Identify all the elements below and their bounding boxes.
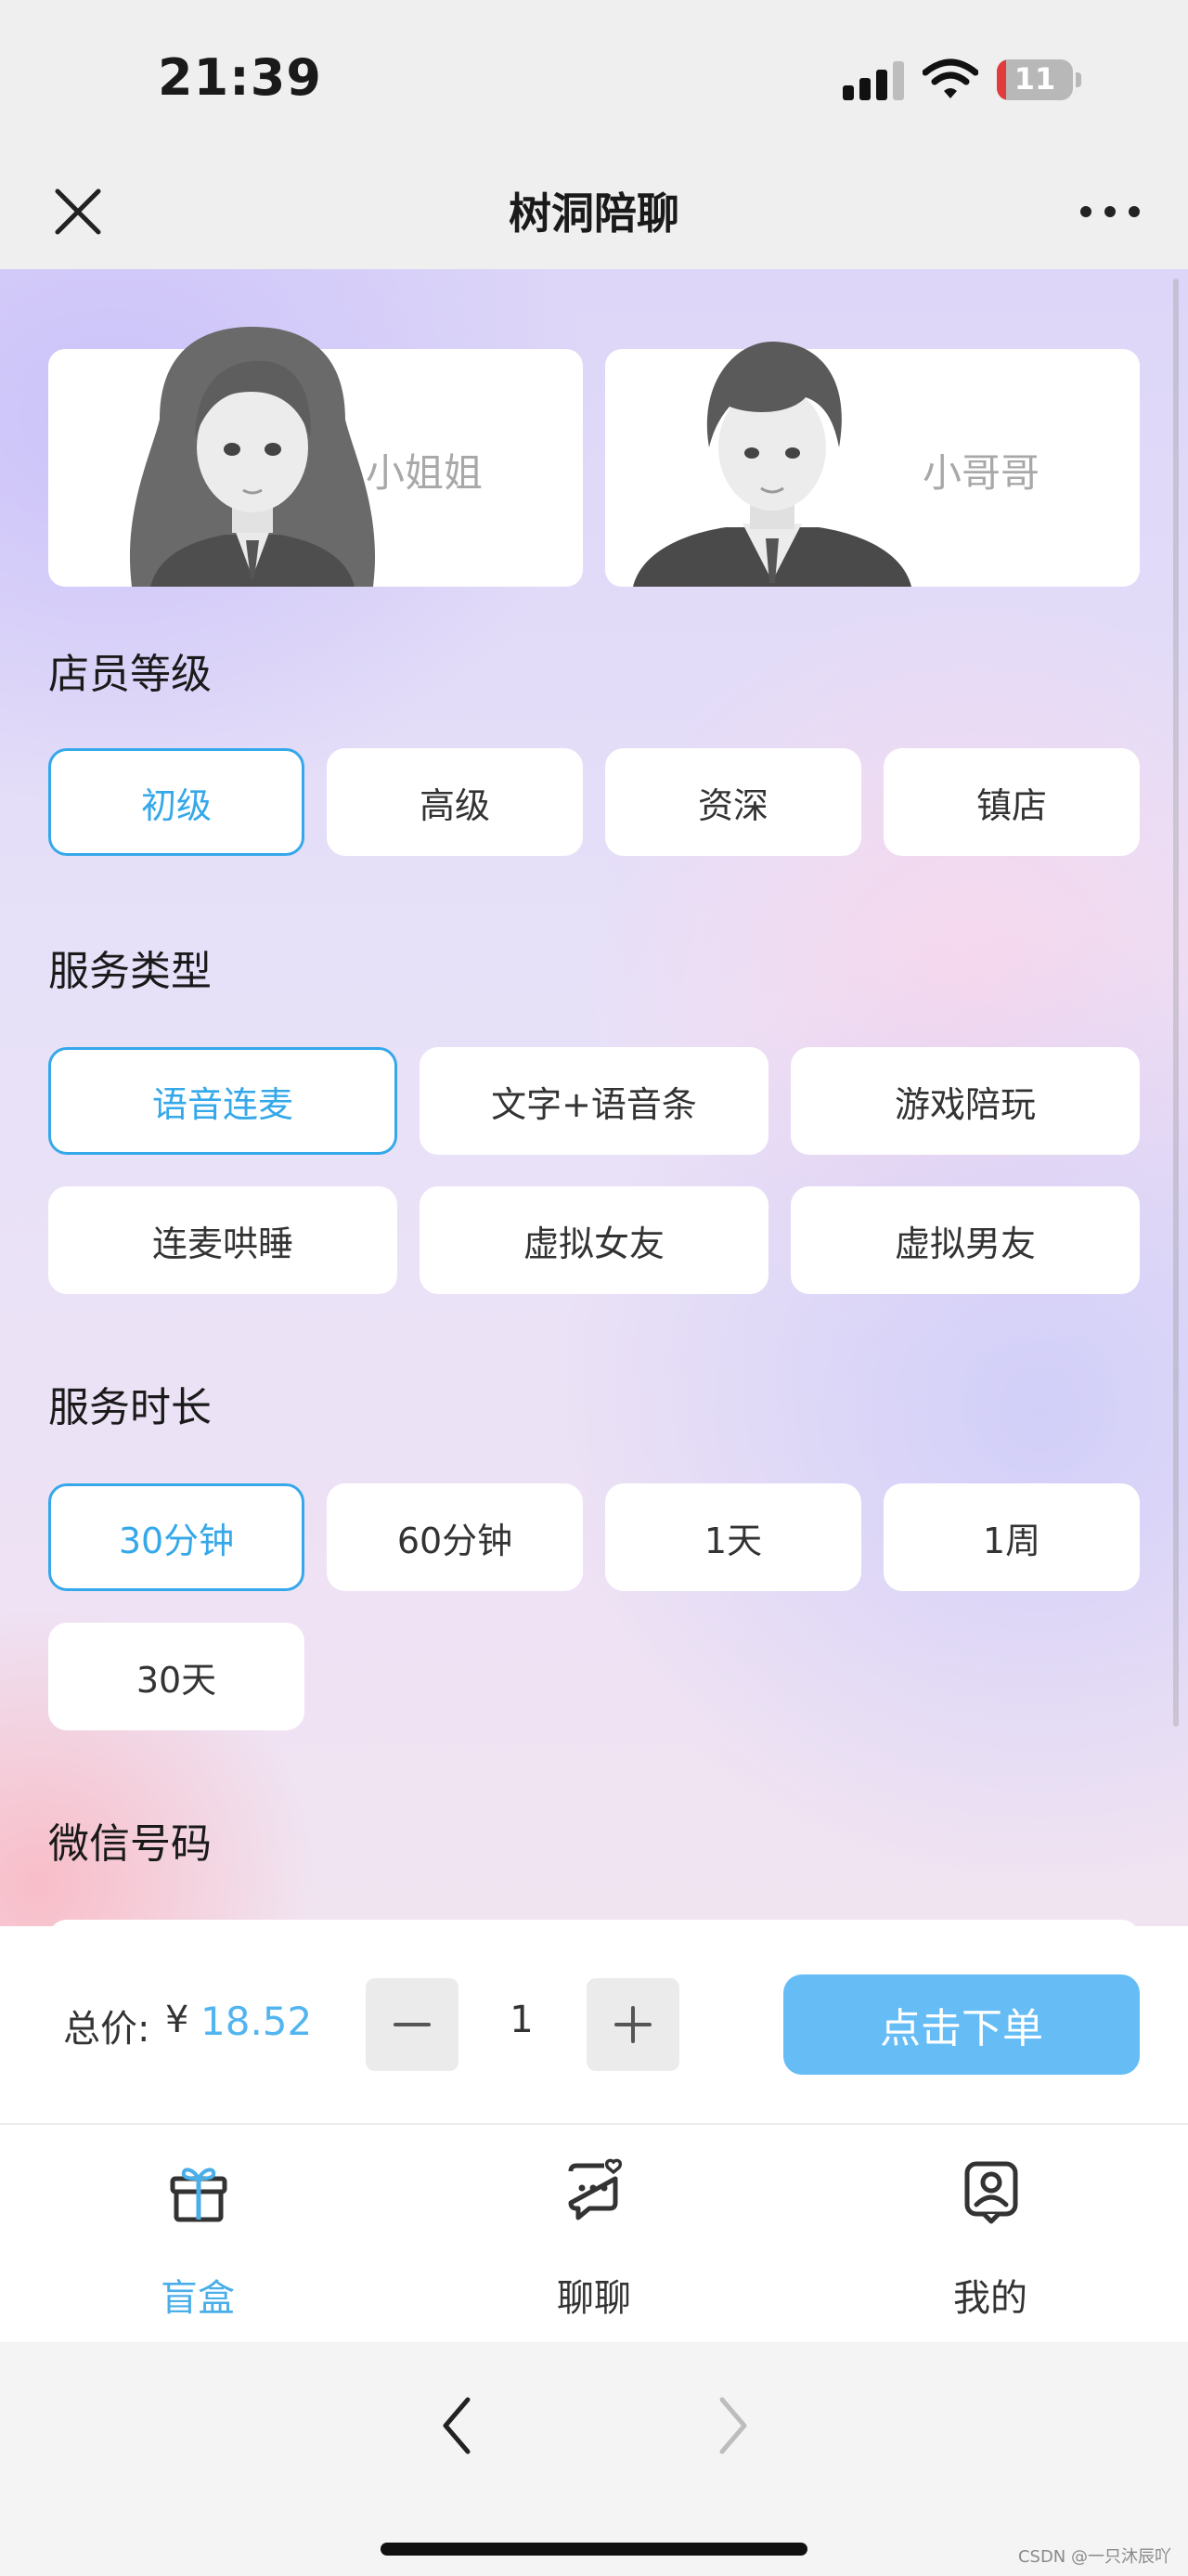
wechat-input[interactable] <box>48 1920 1140 1926</box>
minus-icon <box>394 2023 431 2026</box>
status-bar: 21:39 11 <box>0 0 1188 158</box>
status-time: 21:39 <box>158 48 322 107</box>
increase-button[interactable] <box>587 1978 679 2071</box>
service-type-option[interactable]: 虚拟男友 <box>791 1186 1140 1294</box>
battery-icon: 11 <box>997 59 1082 100</box>
chat-bubble-icon <box>568 2158 623 2220</box>
service-type-option[interactable]: 虚拟女友 <box>420 1186 768 1294</box>
duration-option[interactable]: 1天 <box>605 1483 861 1591</box>
more-icon[interactable] <box>1075 193 1149 230</box>
nav-bar: 树洞陪聊 <box>0 158 1188 269</box>
gender-label-male: 小哥哥 <box>923 450 1040 496</box>
section-title-wechat: 微信号码 <box>48 1820 212 1868</box>
section-title-service-type: 服务类型 <box>48 948 212 995</box>
tab-profile[interactable]: 我的 <box>793 2125 1188 2342</box>
plus-icon <box>614 2006 652 2043</box>
order-bar: 总价: ¥ 18.52 1 点击下单 <box>0 1926 1188 2123</box>
content-area: 小姐姐 小哥哥 店员等级 初级 高级 资深 镇店 服务类型 语音连麦 文字+语音… <box>0 269 1188 1926</box>
tab-bar: 盲盒 聊聊 我的 <box>0 2123 1188 2342</box>
level-option[interactable]: 镇店 <box>884 748 1140 856</box>
duration-option[interactable]: 30天 <box>48 1623 304 1730</box>
tab-label: 我的 <box>953 2277 1027 2320</box>
decrease-button[interactable] <box>366 1978 458 2071</box>
tab-chat[interactable]: 聊聊 <box>396 2125 792 2342</box>
section-title-duration: 服务时长 <box>48 1384 212 1431</box>
scrollbar[interactable] <box>1173 278 1179 1727</box>
gender-card-female[interactable]: 小姐姐 <box>48 327 583 587</box>
tab-label: 盲盒 <box>161 2277 235 2320</box>
duration-option[interactable]: 60分钟 <box>327 1483 583 1591</box>
service-type-option[interactable]: 连麦哄睡 <box>48 1186 397 1294</box>
service-type-option[interactable]: 语音连麦 <box>48 1047 397 1155</box>
watermark: CSDN @一只沐辰吖 <box>1017 2547 1171 2567</box>
gender-label-female: 小姐姐 <box>366 450 484 496</box>
level-option[interactable]: 高级 <box>327 748 583 856</box>
page-title: 树洞陪聊 <box>509 188 679 239</box>
tab-label: 聊聊 <box>557 2277 631 2320</box>
browser-toolbar <box>0 2342 1188 2576</box>
wifi-icon <box>923 58 978 98</box>
currency-symbol: ¥ <box>165 1999 189 2041</box>
signal-icon <box>843 61 904 100</box>
section-title-level: 店员等级 <box>48 651 212 698</box>
quantity-value: 1 <box>510 1999 534 2041</box>
back-arrow-icon[interactable] <box>429 2388 484 2463</box>
profile-icon <box>964 2161 1018 2224</box>
duration-option[interactable]: 1周 <box>884 1483 1140 1591</box>
tab-blind-box[interactable]: 盲盒 <box>0 2125 395 2342</box>
place-order-button[interactable]: 点击下单 <box>783 1974 1140 2075</box>
girl-portrait-image <box>129 327 376 587</box>
gift-box-icon <box>170 2168 227 2222</box>
forward-arrow-icon[interactable] <box>705 2388 761 2463</box>
service-type-option[interactable]: 游戏陪玩 <box>791 1047 1140 1155</box>
duration-option[interactable]: 30分钟 <box>48 1483 304 1591</box>
total-label: 总价: <box>63 2008 150 2051</box>
level-option[interactable]: 初级 <box>48 748 304 856</box>
service-type-option[interactable]: 文字+语音条 <box>420 1047 768 1155</box>
battery-level: 11 <box>1014 61 1056 97</box>
total-price: 18.52 <box>200 1999 313 2044</box>
level-option[interactable]: 资深 <box>605 748 861 856</box>
home-indicator[interactable] <box>381 2543 807 2556</box>
gender-card-male[interactable]: 小哥哥 <box>605 342 1140 587</box>
boy-portrait-image <box>633 342 911 587</box>
